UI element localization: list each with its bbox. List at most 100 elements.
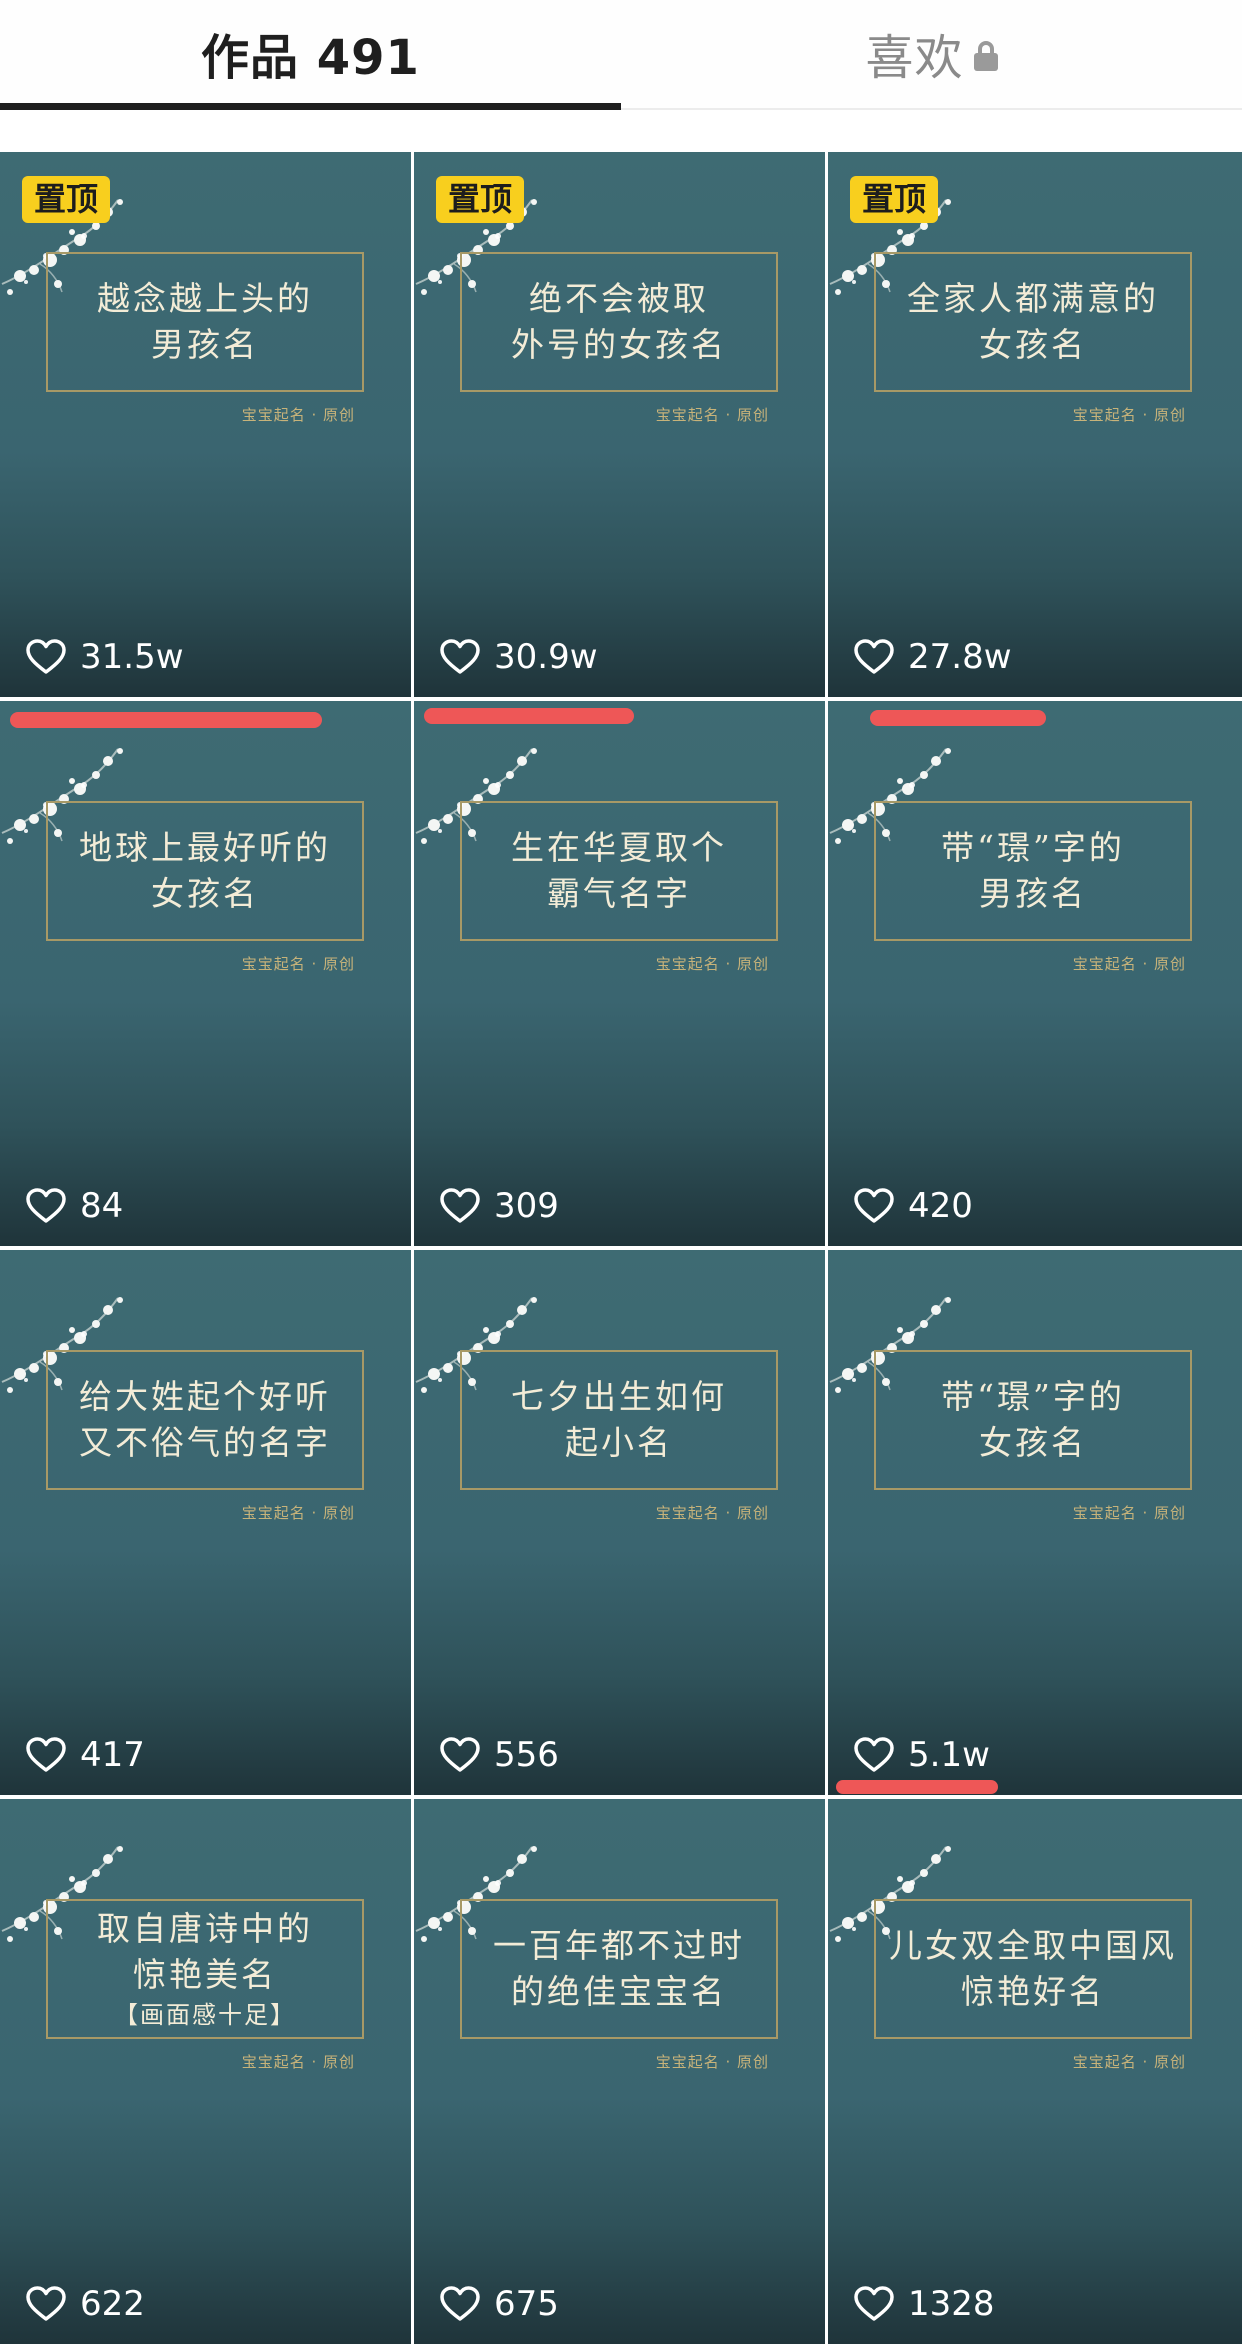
video-title-line: 的绝佳宝宝名 <box>511 1972 727 2011</box>
video-title-frame: 给大姓起个好听 又不俗气的名字 <box>46 1350 364 1490</box>
video-title-line: 女孩名 <box>151 874 259 913</box>
video-title-frame: 七夕出生如何 起小名 <box>460 1350 778 1490</box>
like-count-value: 309 <box>494 1186 559 1226</box>
heart-outline-icon <box>26 2286 66 2321</box>
tab-likes-label: 喜欢 <box>865 30 964 86</box>
video-title-line: 起小名 <box>565 1423 673 1462</box>
like-count-value: 84 <box>80 1186 124 1226</box>
watermark-text: 宝宝起名 · 原创 <box>1072 406 1186 424</box>
like-count: 622 <box>26 2284 145 2324</box>
video-title-line: 带“璟”字的 <box>941 1377 1125 1416</box>
video-thumbnail[interactable]: 一百年都不过时 的绝佳宝宝名宝宝起名 · 原创 675 <box>414 1799 825 2344</box>
video-thumbnail[interactable]: 生在华夏取个 霸气名字宝宝起名 · 原创 309 <box>414 701 825 1246</box>
watermark-text: 宝宝起名 · 原创 <box>241 955 355 973</box>
video-title-line: 又不俗气的名字 <box>79 1423 331 1462</box>
like-count: 31.5w <box>26 637 184 677</box>
like-count-value: 27.8w <box>908 637 1012 677</box>
like-count-value: 420 <box>908 1186 973 1226</box>
video-thumbnail[interactable]: 带“璟”字的 男孩名 宝宝起名 · 原创 420 <box>828 701 1242 1246</box>
video-title-line: 越念越上头的 <box>97 279 313 318</box>
heart-outline-icon <box>440 2286 480 2321</box>
heart-outline-icon <box>440 1188 480 1223</box>
like-count: 420 <box>854 1186 973 1226</box>
video-title-line: 霸气名字 <box>547 874 691 913</box>
lock-icon <box>973 41 998 71</box>
watermark-text: 宝宝起名 · 原创 <box>1072 2053 1186 2071</box>
video-title-frame: 一百年都不过时 的绝佳宝宝名 <box>460 1899 778 2039</box>
like-count-value: 675 <box>494 2284 559 2324</box>
heart-outline-icon <box>440 1737 480 1772</box>
like-count-value: 31.5w <box>80 637 184 677</box>
active-tab-indicator <box>0 103 621 110</box>
like-count-value: 5.1w <box>908 1735 990 1775</box>
pinned-badge: 置顶 <box>22 176 111 224</box>
video-title-line: 女孩名 <box>979 1423 1087 1462</box>
like-count: 675 <box>440 2284 559 2324</box>
watermark-text: 宝宝起名 · 原创 <box>241 2053 355 2071</box>
video-title-line: 带“璟”字的 <box>941 828 1125 867</box>
heart-outline-icon <box>26 1188 66 1223</box>
annotation-mark <box>10 712 322 728</box>
video-thumbnail[interactable]: 七夕出生如何 起小名宝宝起名 · 原创 556 <box>414 1250 825 1795</box>
like-count-value: 556 <box>494 1735 559 1775</box>
heart-outline-icon <box>854 2286 894 2321</box>
like-count: 417 <box>26 1735 145 1775</box>
video-grid: 置顶越念越上头的 男孩名宝宝起名 · 原创 31.5w 置顶绝不会被取外号的女孩名… <box>0 152 1242 2344</box>
video-thumbnail[interactable]: 给大姓起个好听 又不俗气的名字宝宝起名 · 原创 417 <box>0 1250 411 1795</box>
watermark-text: 宝宝起名 · 原创 <box>241 406 355 424</box>
video-thumbnail[interactable]: 带“璟”字的 女孩名 宝宝起名 · 原创 5.1w <box>828 1250 1242 1795</box>
heart-outline-icon <box>854 1188 894 1223</box>
video-title-frame: 儿女双全取中国风 惊艳好名 <box>874 1899 1192 2039</box>
heart-outline-icon <box>854 639 894 674</box>
video-title-frame: 地球上最好听的 女孩名 <box>46 801 364 941</box>
video-title-line: 惊艳好名 <box>961 1972 1105 2011</box>
video-title-line: 男孩名 <box>151 325 259 364</box>
video-thumbnail[interactable]: 取自唐诗中的 惊艳美名【画面感十足】宝宝起名 · 原创 622 <box>0 1799 411 2344</box>
video-title-line: 生在华夏取个 <box>511 828 727 867</box>
like-count: 30.9w <box>440 637 598 677</box>
video-title-frame: 生在华夏取个 霸气名字 <box>460 801 778 941</box>
heart-outline-icon <box>440 639 480 674</box>
tab-likes[interactable]: 喜欢 <box>621 0 1242 106</box>
video-title-frame: 越念越上头的 男孩名 <box>46 252 364 392</box>
profile-tab-bar: 作品 491 喜欢 <box>0 0 1242 110</box>
video-thumbnail[interactable]: 置顶绝不会被取外号的女孩名宝宝起名 · 原创 30.9w <box>414 152 825 697</box>
like-count: 27.8w <box>854 637 1012 677</box>
watermark-text: 宝宝起名 · 原创 <box>241 1504 355 1522</box>
video-title-frame: 绝不会被取外号的女孩名 <box>460 252 778 392</box>
video-title-line: 惊艳美名 <box>133 1955 277 1994</box>
video-thumbnail[interactable]: 儿女双全取中国风 惊艳好名宝宝起名 · 原创 1328 <box>828 1799 1242 2344</box>
video-title-line: 七夕出生如何 <box>511 1377 727 1416</box>
watermark-text: 宝宝起名 · 原创 <box>655 406 769 424</box>
video-title-frame: 全家人都满意的 女孩名 <box>874 252 1192 392</box>
like-count: 556 <box>440 1735 559 1775</box>
watermark-text: 宝宝起名 · 原创 <box>655 1504 769 1522</box>
video-thumbnail[interactable]: 置顶全家人都满意的 女孩名宝宝起名 · 原创 27.8w <box>828 152 1242 697</box>
video-title-line: 绝不会被取 <box>529 279 709 318</box>
like-count: 84 <box>26 1186 123 1226</box>
video-thumbnail[interactable]: 置顶越念越上头的 男孩名宝宝起名 · 原创 31.5w <box>0 152 411 697</box>
video-title-line: 【画面感十足】 <box>114 2001 296 2029</box>
pinned-badge: 置顶 <box>850 176 939 224</box>
video-title-line: 外号的女孩名 <box>511 325 727 364</box>
pinned-badge: 置顶 <box>436 176 525 224</box>
watermark-text: 宝宝起名 · 原创 <box>1072 955 1186 973</box>
like-count-value: 30.9w <box>494 637 598 677</box>
like-count-value: 622 <box>80 2284 145 2324</box>
heart-outline-icon <box>854 1737 894 1772</box>
video-title-line: 取自唐诗中的 <box>97 1909 313 1948</box>
annotation-mark <box>424 708 634 724</box>
watermark-text: 宝宝起名 · 原创 <box>655 2053 769 2071</box>
video-thumbnail[interactable]: 地球上最好听的 女孩名宝宝起名 · 原创 84 <box>0 701 411 1246</box>
video-title-frame: 带“璟”字的 女孩名 <box>874 1350 1192 1490</box>
like-count: 309 <box>440 1186 559 1226</box>
watermark-text: 宝宝起名 · 原创 <box>655 955 769 973</box>
tab-works[interactable]: 作品 491 <box>0 0 621 106</box>
video-title-line: 地球上最好听的 <box>79 828 331 867</box>
video-title-line: 给大姓起个好听 <box>79 1377 331 1416</box>
video-title-line: 全家人都满意的 <box>907 279 1159 318</box>
heart-outline-icon <box>26 639 66 674</box>
video-title-line: 一百年都不过时 <box>493 1926 745 1965</box>
video-title-line: 女孩名 <box>979 325 1087 364</box>
like-count-value: 1328 <box>908 2284 995 2324</box>
